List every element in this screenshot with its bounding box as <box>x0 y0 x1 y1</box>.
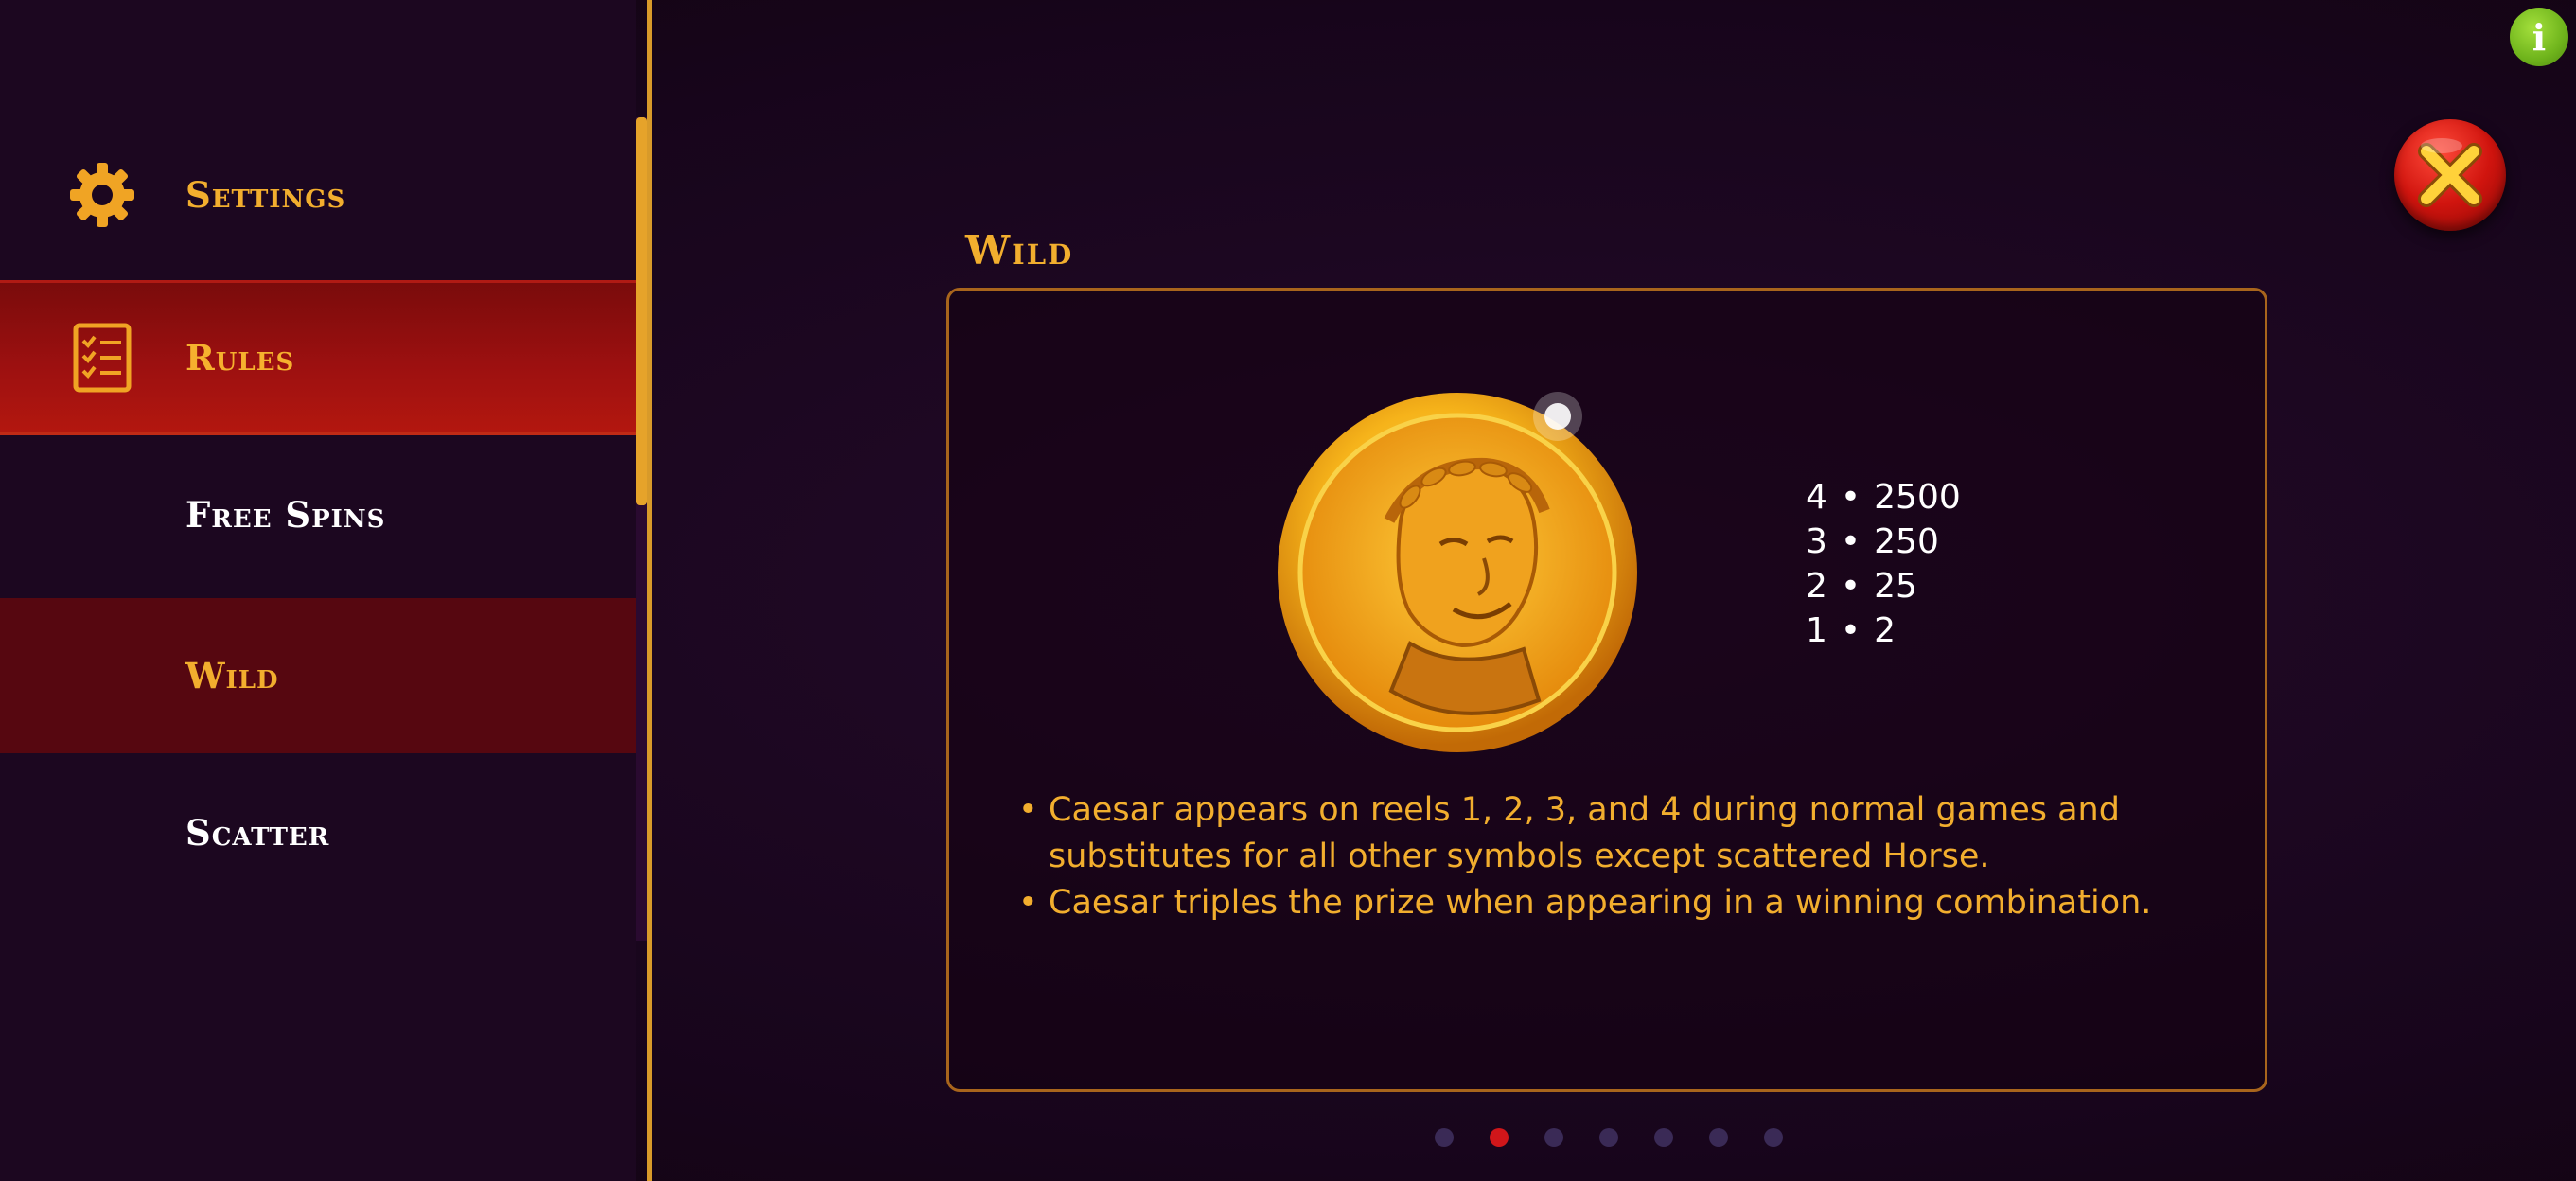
pagination-dot[interactable] <box>1599 1128 1618 1147</box>
pagination-dot[interactable] <box>1709 1128 1728 1147</box>
pagination-dot[interactable] <box>1654 1128 1673 1147</box>
caesar-coin-icon <box>1268 379 1647 757</box>
sidebar-item-rules[interactable]: Rules <box>0 280 636 435</box>
sidebar-item-scatter[interactable]: Scatter <box>0 755 636 910</box>
rule-text: Caesar triples the prize when appearing … <box>1049 884 2152 922</box>
pagination-dot[interactable] <box>1490 1128 1509 1147</box>
info-button[interactable]: i <box>2510 8 2568 66</box>
pagination-dot[interactable] <box>1764 1128 1783 1147</box>
sidebar-item-wild[interactable]: Wild <box>0 598 636 753</box>
sidebar-item-settings[interactable]: Settings <box>0 117 636 273</box>
close-icon <box>2418 138 2482 207</box>
info-icon: i <box>2532 15 2547 59</box>
section-title: Wild <box>965 227 1074 273</box>
payout-row: 3 • 250 <box>1806 522 1939 561</box>
bullet: • <box>1018 791 1038 829</box>
sidebar-item-label: Settings <box>185 174 346 216</box>
payout-row: 2 • 25 <box>1806 567 1917 606</box>
checklist-icon <box>66 322 138 394</box>
sidebar-divider <box>647 0 652 1181</box>
payout-table: 4 • 2500 3 • 250 2 • 25 1 • 2 <box>1806 475 1961 653</box>
rule-text: Caesar appears on reels 1, 2, 3, and 4 d… <box>1049 791 2120 875</box>
sidebar-item-label: Scatter <box>185 812 330 854</box>
rule-item: • Caesar triples the prize when appearin… <box>1018 880 2192 926</box>
rules-list: • Caesar appears on reels 1, 2, 3, and 4… <box>1018 787 2192 926</box>
paytable-screen: Settings Rules Free Spins Wild Scatter i… <box>0 0 2576 1181</box>
payout-row: 1 • 2 <box>1806 611 1897 650</box>
bullet: • <box>1018 884 1038 922</box>
sidebar-item-label: Free Spins <box>185 494 386 536</box>
rule-item: • Caesar appears on reels 1, 2, 3, and 4… <box>1018 787 2192 880</box>
pagination-dot[interactable] <box>1544 1128 1563 1147</box>
sidebar-item-free-spins[interactable]: Free Spins <box>0 437 636 592</box>
gear-icon <box>66 159 138 231</box>
sidebar-item-label: Wild <box>185 655 279 696</box>
close-button[interactable] <box>2394 119 2506 231</box>
sidebar-item-label: Rules <box>185 337 295 379</box>
payout-row: 4 • 2500 <box>1806 478 1961 517</box>
pagination-dots <box>1435 1128 1783 1147</box>
pagination-dot[interactable] <box>1435 1128 1454 1147</box>
sidebar-scrollbar-thumb[interactable] <box>636 117 647 505</box>
sidebar: Settings Rules Free Spins Wild Scatter <box>0 0 636 1181</box>
